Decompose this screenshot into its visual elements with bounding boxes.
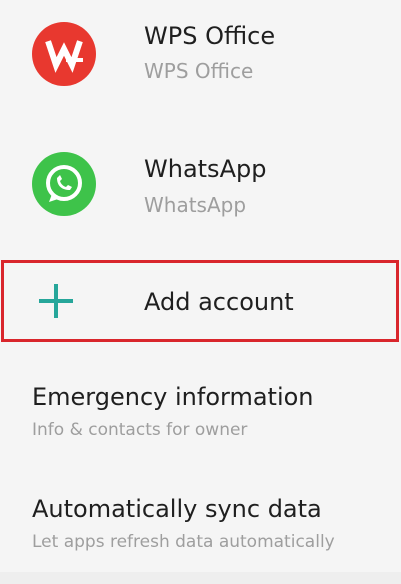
setting-subtitle: Let apps refresh data automatically (32, 532, 335, 552)
wps-office-icon (32, 22, 96, 86)
account-row-wps-office[interactable]: WPS Office WPS Office (0, 0, 401, 110)
account-row-whatsapp[interactable]: WhatsApp WhatsApp (0, 125, 401, 240)
accounts-settings-screen: WPS Office WPS Office WhatsApp WhatsApp … (0, 0, 401, 584)
setting-title: Emergency information (32, 383, 314, 411)
account-type: WPS Office (144, 59, 254, 83)
account-type: WhatsApp (144, 193, 247, 217)
emergency-information-item[interactable]: Emergency information Info & contacts fo… (0, 365, 401, 460)
setting-subtitle: Info & contacts for owner (32, 420, 248, 440)
whatsapp-icon (32, 152, 96, 216)
bottom-edge (0, 572, 401, 584)
account-name: WhatsApp (144, 155, 267, 183)
setting-title: Automatically sync data (32, 495, 322, 523)
highlight-box (1, 260, 399, 342)
auto-sync-data-item[interactable]: Automatically sync data Let apps refresh… (0, 478, 401, 573)
account-name: WPS Office (144, 22, 276, 50)
